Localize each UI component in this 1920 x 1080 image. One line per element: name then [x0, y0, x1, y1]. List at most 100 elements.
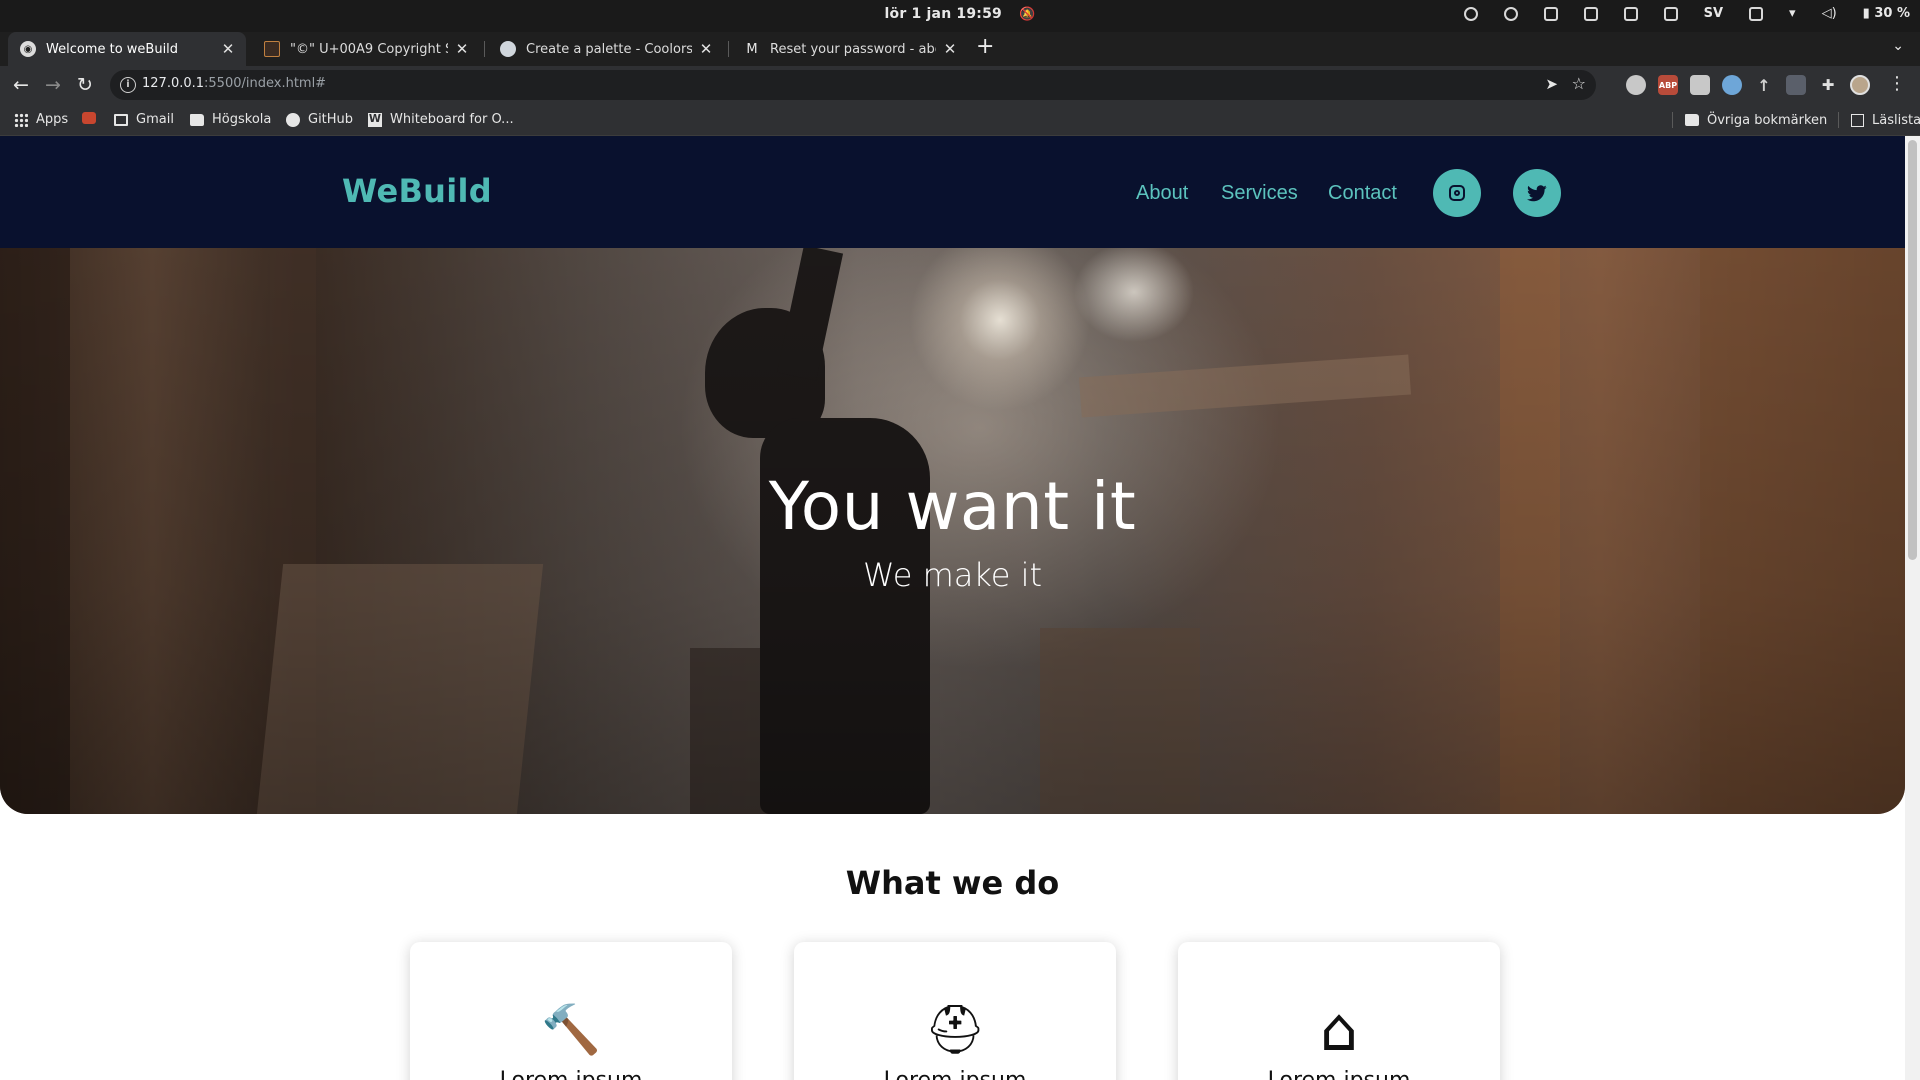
card-label: Lorem ipsum — [794, 1068, 1116, 1080]
scrollbar-thumb[interactable] — [1908, 140, 1917, 560]
bookmark-label: GitHub — [308, 112, 354, 127]
folder-icon — [190, 113, 204, 126]
bookmark-folder-other[interactable]: Övriga bokmärken — [1672, 112, 1827, 128]
close-icon[interactable]: ✕ — [220, 40, 236, 58]
clipboard-icon[interactable] — [1663, 6, 1678, 21]
bookmarks-divider — [1672, 112, 1673, 128]
twitter-button[interactable] — [1513, 169, 1561, 217]
system-tray: SV ▾ ◁) ▮ 30 % — [1463, 6, 1910, 21]
extensions-bar: ABP ↑ ✚ — [1626, 75, 1870, 95]
address-bar[interactable]: i 127.0.0.1:5500/index.html# ➤ ☆ — [110, 70, 1596, 100]
extension-icon[interactable] — [1626, 75, 1646, 95]
bookmark-label: Apps — [36, 112, 69, 127]
bookmark-whiteboard[interactable]: W Whiteboard for O... — [368, 112, 514, 127]
language-indicator[interactable]: SV — [1704, 6, 1723, 21]
service-card[interactable]: ⛑ Lorem ipsum — [794, 942, 1116, 1080]
extension-icon[interactable] — [1786, 75, 1806, 95]
service-card[interactable]: 🔨 Lorem ipsum — [410, 942, 732, 1080]
send-tab-icon[interactable]: ➤ — [1545, 75, 1558, 93]
tab-title: Welcome to weBuild — [46, 41, 179, 57]
battery-percent: 30 % — [1874, 6, 1910, 21]
reading-list-icon — [1851, 113, 1864, 127]
back-button[interactable]: ← — [9, 73, 33, 97]
tab-title: "©" U+00A9 Copyright Sign Unicode — [290, 41, 448, 57]
reload-button[interactable]: ↻ — [73, 73, 97, 97]
new-tab-button[interactable]: + — [976, 34, 994, 59]
wifi-icon[interactable]: ▾ — [1789, 6, 1796, 21]
bookmark-star-icon[interactable]: ☆ — [1572, 74, 1586, 93]
tab-separator — [484, 41, 485, 57]
card-label: Lorem ipsum — [1178, 1068, 1500, 1080]
os-top-bar: lör 1 jan 19:59 🔕 SV ▾ ◁) ▮ 30 % — [0, 0, 1920, 32]
gmail-icon — [114, 113, 128, 126]
url-host: 127.0.0.1 — [142, 76, 205, 91]
apps-grid-icon — [14, 112, 28, 127]
screens-icon[interactable] — [1583, 6, 1598, 21]
coolors-icon — [500, 41, 516, 57]
vpn-icon[interactable] — [1463, 6, 1478, 21]
tab-welcome[interactable]: ◉ Welcome to weBuild ✕ — [8, 32, 246, 66]
bluetooth-icon[interactable] — [1503, 6, 1518, 21]
battery-icon: ▮ — [1862, 6, 1870, 21]
compart-icon — [264, 41, 280, 57]
bookmark-youtube[interactable] — [82, 112, 104, 124]
notifications-off-icon: 🔕 — [1019, 7, 1036, 22]
instagram-button[interactable] — [1433, 169, 1481, 217]
adblock-plus-icon[interactable]: ABP — [1658, 75, 1678, 95]
nav-link-services[interactable]: Services — [1221, 182, 1298, 205]
battery-indicator[interactable]: ▮ 30 % — [1863, 6, 1910, 21]
extension-arrow-icon[interactable]: ↑ — [1754, 75, 1774, 95]
browser-toolbar: ← → ↻ i 127.0.0.1:5500/index.html# ➤ ☆ A… — [0, 66, 1920, 104]
tab-copyright[interactable]: "©" U+00A9 Copyright Sign Unicode ✕ — [252, 32, 480, 66]
bookmark-label: Övriga bokmärken — [1707, 112, 1828, 128]
extensions-puzzle-icon[interactable]: ✚ — [1818, 75, 1838, 95]
whiteboard-icon: W — [368, 111, 382, 127]
extension-icon[interactable] — [1722, 75, 1742, 95]
display-icon[interactable] — [1749, 6, 1764, 21]
chrome-icon: ◉ — [20, 41, 36, 57]
nav-link-contact[interactable]: Contact — [1328, 182, 1397, 205]
hard-hat-icon: ⛑ — [924, 1002, 986, 1058]
instagram-icon — [1449, 185, 1465, 201]
tab-search-chevron-icon[interactable]: ⌄ — [1892, 38, 1904, 54]
close-icon[interactable]: ✕ — [698, 40, 714, 58]
tab-separator — [728, 41, 729, 57]
close-icon[interactable]: ✕ — [454, 40, 470, 58]
reading-list-label: Läslista — [1872, 112, 1920, 128]
screenshot-icon[interactable] — [1623, 6, 1638, 21]
tab-coolors[interactable]: Create a palette - Coolors ✕ — [488, 32, 724, 66]
close-icon[interactable]: ✕ — [942, 40, 958, 58]
site-logo[interactable]: WeBuild — [342, 172, 492, 210]
bookmark-hogskola[interactable]: Högskola — [190, 112, 271, 127]
bookmark-label: Whiteboard for O... — [390, 112, 514, 127]
chat-icon[interactable] — [1543, 6, 1558, 21]
nav-link-about[interactable]: About — [1136, 182, 1188, 205]
hero-subtitle: We make it — [862, 556, 1043, 594]
service-card[interactable]: ⌂ Lorem ipsum — [1178, 942, 1500, 1080]
browser-menu-icon[interactable]: ⋮ — [1888, 73, 1906, 94]
gmail-icon: M — [746, 41, 758, 57]
tab-title: Create a palette - Coolors — [526, 41, 692, 57]
tab-gmail[interactable]: M Reset your password - abodsa ✕ — [732, 32, 968, 66]
tab-title: Reset your password - abodsa — [770, 41, 936, 57]
url-path: :5500/index.html# — [204, 76, 327, 91]
bookmark-label: Gmail — [136, 112, 174, 127]
page-scrollbar[interactable] — [1905, 136, 1920, 1080]
bookmark-gmail[interactable]: Gmail — [114, 112, 174, 127]
twitter-icon — [1527, 184, 1547, 201]
clock-text: lör 1 jan 19:59 — [884, 6, 1002, 22]
url-text[interactable]: 127.0.0.1:5500/index.html# — [142, 76, 326, 91]
bookmark-label: Högskola — [212, 112, 272, 127]
site-header: WeBuild About Services Contact — [0, 136, 1905, 248]
profile-avatar[interactable] — [1850, 75, 1870, 95]
github-icon — [286, 112, 300, 127]
site-info-icon[interactable]: i — [120, 77, 136, 93]
section-title: What we do — [845, 864, 1060, 902]
extension-icon[interactable] — [1690, 75, 1710, 95]
hero-title: You want it — [768, 468, 1137, 545]
volume-icon[interactable]: ◁) — [1822, 6, 1837, 21]
reading-list-button[interactable]: Läslista — [1838, 112, 1920, 128]
bookmark-github[interactable]: GitHub — [286, 112, 353, 127]
forward-button[interactable]: → — [41, 73, 65, 97]
bookmark-apps[interactable]: Apps — [14, 112, 68, 127]
